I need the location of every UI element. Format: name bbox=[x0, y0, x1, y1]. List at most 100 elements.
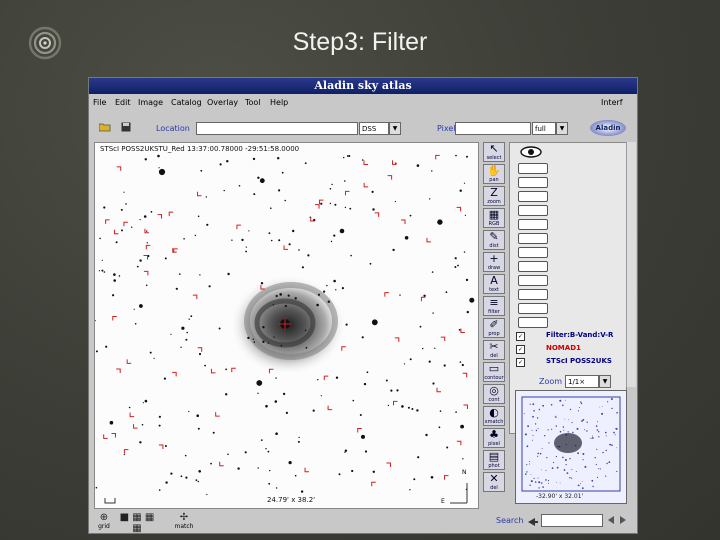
search-input[interactable] bbox=[541, 514, 603, 527]
empty-plane-slot[interactable] bbox=[518, 191, 548, 202]
search-next-icon[interactable] bbox=[618, 515, 628, 525]
open-folder-icon[interactable] bbox=[99, 122, 111, 132]
star bbox=[329, 202, 332, 205]
menu-tool[interactable]: Tool bbox=[245, 98, 261, 107]
thumbnail-star bbox=[568, 419, 569, 421]
layer-row[interactable]: ✓ STScI POSS2UKS bbox=[516, 357, 624, 368]
star bbox=[112, 294, 115, 297]
star bbox=[101, 269, 104, 272]
sky-view[interactable]: STScI POSS2UKSTU_Red 13:37:00.78000 -29:… bbox=[94, 142, 479, 509]
tool-select-button[interactable]: ↖ select bbox=[483, 142, 505, 162]
star bbox=[304, 162, 307, 165]
eye-icon[interactable] bbox=[520, 145, 542, 159]
star bbox=[158, 167, 160, 169]
location-input[interactable] bbox=[196, 122, 358, 135]
tool-contour-button[interactable]: ▭ contour bbox=[483, 362, 505, 382]
tool-zoom-button[interactable]: Zzoom bbox=[483, 186, 505, 206]
catalog-marker bbox=[440, 336, 446, 342]
empty-plane-slot[interactable] bbox=[518, 219, 548, 230]
menu-catalog[interactable]: Catalog bbox=[171, 98, 202, 107]
tool-prop-button[interactable]: ✐ prop bbox=[483, 318, 505, 338]
layer-row[interactable]: ✓ Filter:B-Vand:V-R bbox=[516, 331, 624, 342]
tool-pixel-button[interactable]: ♣ pixel bbox=[483, 428, 505, 448]
tool-filter-button[interactable]: ≡ filter bbox=[483, 296, 505, 316]
star bbox=[113, 279, 116, 282]
star bbox=[144, 158, 147, 161]
cont-icon: ◎ bbox=[489, 384, 499, 397]
menu-overlay[interactable]: Overlay bbox=[207, 98, 238, 107]
star bbox=[225, 368, 228, 371]
thumbnail-star bbox=[526, 464, 528, 466]
catalog-marker bbox=[197, 347, 203, 352]
empty-plane-slot[interactable] bbox=[518, 177, 548, 188]
star bbox=[134, 323, 137, 325]
menu-image[interactable]: Image bbox=[138, 98, 163, 107]
menu-file[interactable]: File bbox=[93, 98, 106, 107]
survey-select[interactable]: DSS bbox=[359, 122, 389, 135]
layer-row[interactable]: ✓ NOMAD1 bbox=[516, 344, 624, 355]
zoom-dropdown-icon[interactable]: ▼ bbox=[599, 375, 611, 388]
empty-plane-slot[interactable] bbox=[518, 261, 548, 272]
zoom-select[interactable]: 1/1× bbox=[565, 375, 599, 388]
star bbox=[345, 323, 348, 326]
star bbox=[339, 228, 345, 234]
tool-dist-button[interactable]: ✎ dist bbox=[483, 230, 505, 250]
overview-thumbnail[interactable]: -32.90' x 32.01' bbox=[515, 390, 627, 504]
catalog-marker bbox=[371, 481, 376, 487]
star bbox=[158, 415, 161, 418]
star bbox=[317, 293, 321, 296]
empty-plane-slot[interactable] bbox=[518, 317, 548, 328]
tool-draw-button[interactable]: + draw bbox=[483, 252, 505, 272]
save-disk-icon[interactable] bbox=[121, 122, 131, 132]
thumbnail-star bbox=[592, 485, 594, 488]
tool-xmatch-button[interactable]: ◐ xmatch bbox=[483, 406, 505, 426]
multiview-button[interactable]: ■ ▦ ▦ ▦ multiview bbox=[117, 512, 157, 533]
search-arrow-icon[interactable] bbox=[527, 517, 539, 527]
star bbox=[327, 300, 330, 303]
thumbnail-star bbox=[530, 480, 533, 483]
star bbox=[164, 445, 167, 447]
tool-phot-button[interactable]: ▤ phot bbox=[483, 450, 505, 470]
pixel-label: Pixel bbox=[437, 124, 456, 133]
stack-scrollbar[interactable] bbox=[626, 142, 636, 387]
tool-rgb-button[interactable]: ▦ RGB bbox=[483, 208, 505, 228]
layer-checkbox[interactable]: ✓ bbox=[516, 332, 525, 341]
menu-interf[interactable]: Interf bbox=[601, 98, 623, 107]
empty-plane-slot[interactable] bbox=[518, 163, 548, 174]
pixel-mode-select[interactable]: full bbox=[532, 122, 556, 135]
thumbnail-star bbox=[551, 428, 553, 430]
pixel-mode-dropdown-icon[interactable]: ▼ bbox=[556, 122, 568, 135]
tool-del-button[interactable]: ✂ del bbox=[483, 340, 505, 360]
tool-text-button[interactable]: Atext bbox=[483, 274, 505, 294]
catalog-marker bbox=[435, 154, 440, 160]
thumbnail-star bbox=[599, 468, 601, 470]
star bbox=[200, 169, 203, 172]
search-prev-icon[interactable] bbox=[606, 515, 616, 525]
layer-checkbox[interactable]: ✓ bbox=[516, 358, 525, 367]
empty-plane-slot[interactable] bbox=[518, 247, 548, 258]
star bbox=[158, 168, 166, 176]
empty-plane-slot[interactable] bbox=[518, 233, 548, 244]
tool-cont-button[interactable]: ◎ cont bbox=[483, 384, 505, 404]
catalog-marker bbox=[456, 206, 462, 212]
grid-button[interactable]: ⊕ grid bbox=[91, 512, 117, 530]
empty-plane-slot[interactable] bbox=[518, 303, 548, 314]
star bbox=[95, 350, 98, 353]
survey-dropdown-icon[interactable]: ▼ bbox=[389, 122, 401, 135]
empty-plane-slot[interactable] bbox=[518, 289, 548, 300]
thumbnail-star bbox=[540, 482, 543, 484]
empty-plane-slot[interactable] bbox=[518, 275, 548, 286]
tool-pan-button[interactable]: ✋ pan bbox=[483, 164, 505, 184]
menu-edit[interactable]: Edit bbox=[115, 98, 131, 107]
menu-help[interactable]: Help bbox=[270, 98, 288, 107]
star bbox=[158, 489, 161, 491]
catalog-marker bbox=[123, 221, 128, 227]
tool-del2-button[interactable]: ✕ del bbox=[483, 472, 505, 492]
star bbox=[280, 344, 283, 347]
layer-checkbox[interactable]: ✓ bbox=[516, 345, 525, 354]
empty-plane-slot[interactable] bbox=[518, 205, 548, 216]
match-button[interactable]: ✢ match bbox=[171, 512, 197, 530]
pixel-input[interactable] bbox=[455, 122, 531, 135]
thumbnail-star bbox=[559, 482, 561, 484]
thumbnail-star bbox=[575, 471, 577, 473]
